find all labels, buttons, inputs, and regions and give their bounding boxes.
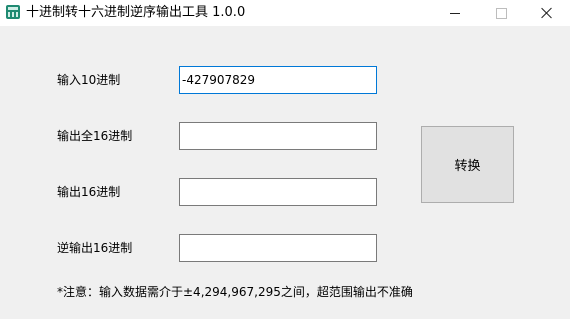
range-note: *注意：输入数据需介于±4,294,967,295之间，超范围输出不准确 — [57, 285, 413, 299]
minimize-button[interactable] — [432, 0, 478, 26]
hex-output[interactable] — [179, 178, 377, 206]
decimal-input[interactable] — [179, 66, 377, 94]
decimal-input-label: 输入10进制 — [57, 73, 121, 87]
close-button[interactable] — [524, 0, 570, 26]
reverse-hex-label: 逆输出16进制 — [57, 241, 133, 255]
maximize-button[interactable] — [478, 0, 524, 26]
maximize-icon — [495, 7, 507, 19]
convert-button[interactable]: 转换 — [421, 126, 514, 203]
close-icon — [541, 7, 553, 19]
reverse-hex-output[interactable] — [179, 234, 377, 262]
full-hex-label: 输出全16进制 — [57, 129, 133, 143]
window-title: 十进制转十六进制逆序输出工具 1.0.0 — [26, 5, 246, 20]
full-hex-output[interactable] — [179, 122, 377, 150]
title-bar: 十进制转十六进制逆序输出工具 1.0.0 — [0, 0, 570, 26]
hex-label: 输出16进制 — [57, 185, 121, 199]
minimize-icon — [450, 12, 460, 14]
calculator-icon — [6, 5, 20, 19]
